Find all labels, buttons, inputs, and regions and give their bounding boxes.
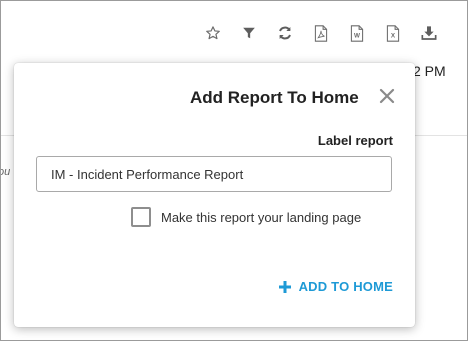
background-text-fragment: ou — [1, 166, 11, 178]
label-report-input[interactable] — [36, 156, 392, 192]
close-icon — [379, 88, 395, 104]
add-to-home-button[interactable]: ADD TO HOME — [278, 279, 393, 294]
filter-icon[interactable] — [231, 22, 267, 44]
report-view-frame: W X 2 PM ou Add Report To Home Label rep… — [0, 0, 468, 341]
landing-page-option: Make this report your landing page — [131, 207, 361, 227]
download-icon[interactable] — [411, 22, 447, 44]
star-icon[interactable] — [195, 22, 231, 44]
close-button[interactable] — [376, 85, 398, 107]
popover-title: Add Report To Home — [190, 88, 359, 107]
svg-text:W: W — [354, 32, 360, 39]
landing-page-checkbox-label: Make this report your landing page — [161, 209, 362, 225]
plus-icon — [278, 280, 291, 293]
word-icon[interactable]: W — [339, 22, 375, 44]
pdf-icon[interactable] — [303, 22, 339, 44]
refresh-icon[interactable] — [267, 22, 303, 44]
add-to-home-label: ADD TO HOME — [298, 279, 393, 294]
report-toolbar: W X — [195, 22, 447, 44]
svg-text:X: X — [391, 32, 396, 39]
background-time-fragment: 2 PM — [413, 63, 446, 79]
excel-icon[interactable]: X — [375, 22, 411, 44]
label-report-label: Label report — [317, 133, 393, 148]
add-report-popover: Add Report To Home Label report Make thi… — [14, 63, 415, 327]
landing-page-checkbox[interactable] — [131, 207, 151, 227]
